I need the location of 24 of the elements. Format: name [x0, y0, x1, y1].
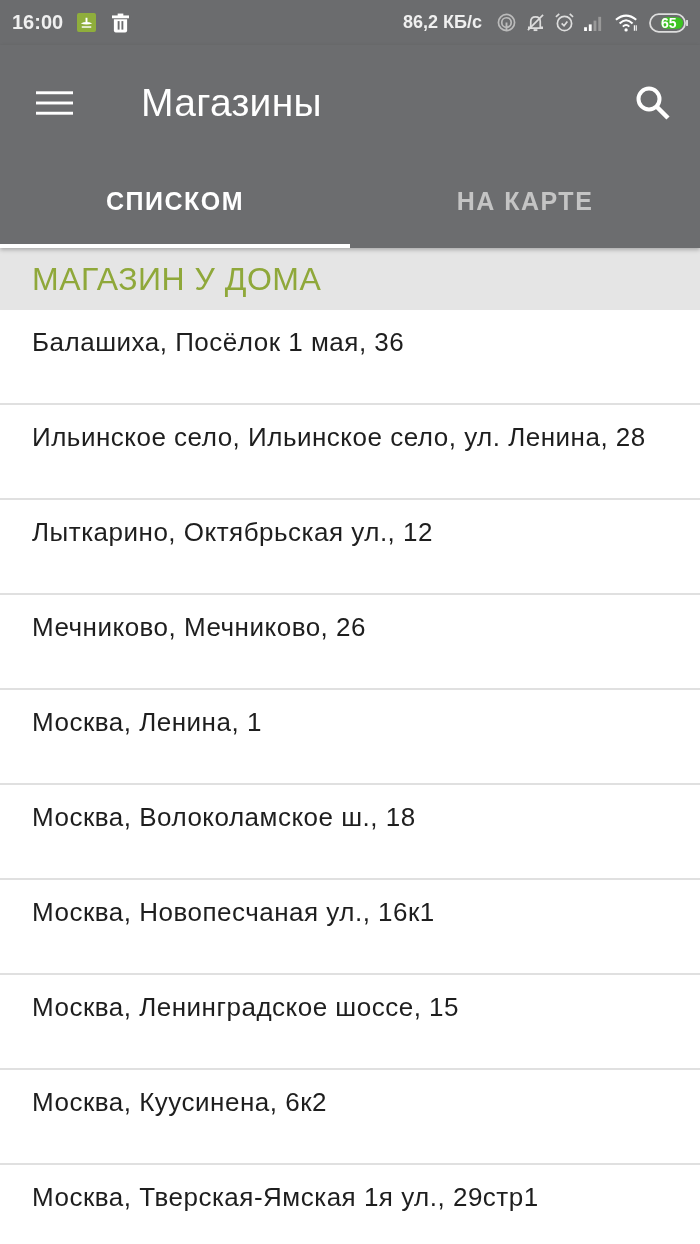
alarm-clock-icon	[555, 13, 574, 32]
store-list-item[interactable]: Москва, Волоколамское ш., 18	[0, 785, 700, 880]
store-list-item[interactable]: Москва, Ленинградское шоссе, 15	[0, 975, 700, 1070]
store-list-item[interactable]: Москва, Новопесчаная ул., 16к1	[0, 880, 700, 975]
trash-icon	[112, 12, 130, 33]
store-list-item[interactable]: Мечниково, Мечниково, 26	[0, 595, 700, 690]
section-title: МАГАЗИН У ДОМА	[32, 260, 322, 298]
wifi-icon	[615, 13, 639, 32]
hotspot-icon	[497, 13, 516, 32]
store-list-item[interactable]: Москва, Ленина, 1	[0, 690, 700, 785]
battery-percent: 65	[661, 13, 677, 32]
screen-title: Магазины	[141, 80, 323, 125]
bell-off-icon	[526, 13, 545, 32]
app-tile-icon	[77, 13, 97, 32]
search-icon[interactable]	[636, 85, 670, 120]
status-time: 16:00	[12, 11, 64, 34]
menu-icon[interactable]	[36, 90, 73, 115]
store-list-item[interactable]: Лыткарино, Октябрьская ул., 12	[0, 500, 700, 595]
store-list-item[interactable]: Москва, Тверская-Ямская 1я ул., 29стр1	[0, 1165, 700, 1244]
store-list-item[interactable]: Москва, Куусинена, 6к2	[0, 1070, 700, 1165]
store-list-item[interactable]: Балашиха, Посёлок 1 мая, 36	[0, 310, 700, 405]
network-speed: 86,2 КБ/с	[403, 12, 482, 33]
store-list-item[interactable]: Ильинское село, Ильинское село, ул. Ленина, 28	[0, 405, 700, 500]
battery-icon	[649, 12, 688, 33]
